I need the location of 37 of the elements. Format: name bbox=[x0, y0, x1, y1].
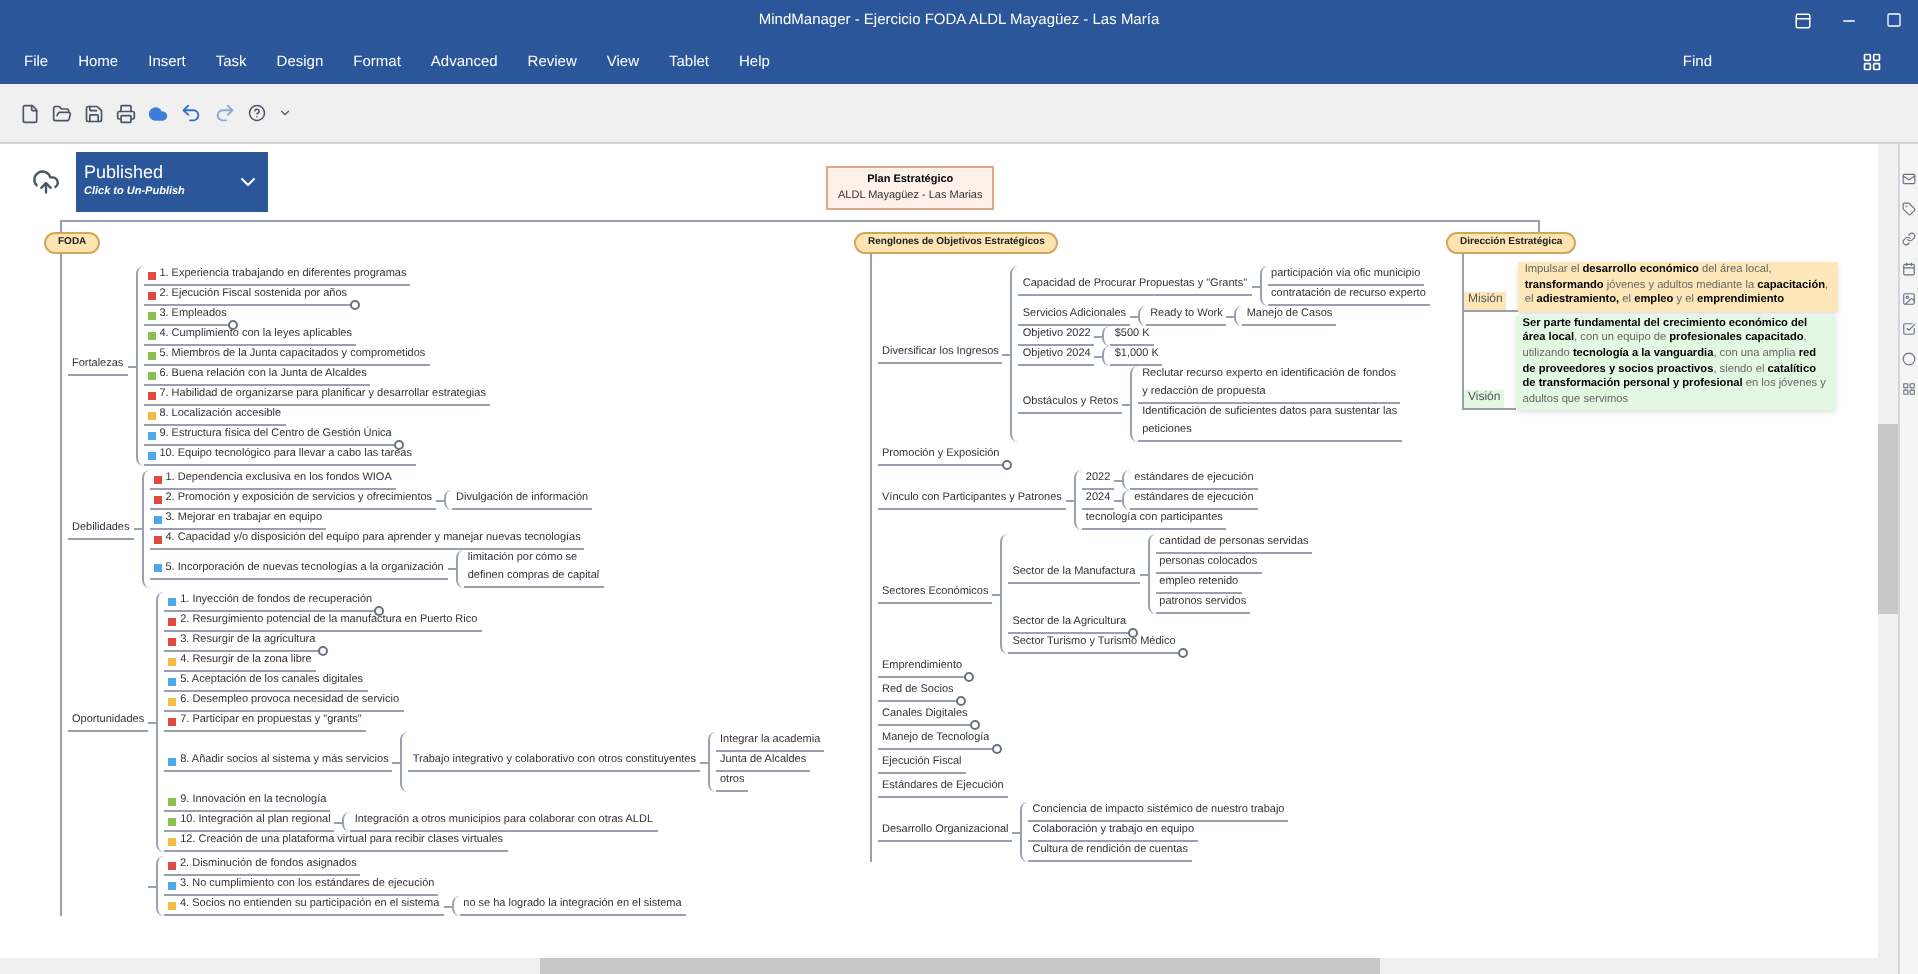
expand-toggle[interactable] bbox=[393, 440, 404, 450]
expand-toggle[interactable] bbox=[1128, 628, 1139, 638]
cloud-icon[interactable] bbox=[148, 103, 168, 123]
help-icon[interactable] bbox=[248, 104, 266, 122]
undo-icon[interactable] bbox=[180, 102, 202, 124]
publish-status: Published bbox=[84, 162, 166, 185]
open-folder-icon[interactable] bbox=[52, 103, 72, 123]
side-tool-icon[interactable] bbox=[1902, 232, 1916, 246]
maximize-icon[interactable] bbox=[1886, 12, 1902, 28]
expand-toggle[interactable] bbox=[374, 606, 385, 616]
side-tool-icon[interactable] bbox=[1902, 292, 1916, 306]
ribbon-display-icon[interactable] bbox=[1794, 11, 1812, 29]
expand-toggle[interactable] bbox=[1001, 460, 1012, 470]
side-tool-icon[interactable] bbox=[1902, 172, 1916, 186]
expand-toggle[interactable] bbox=[228, 320, 239, 330]
expand-toggle[interactable] bbox=[349, 300, 360, 310]
expand-toggle[interactable] bbox=[964, 672, 975, 682]
vertical-scrollbar[interactable] bbox=[1878, 144, 1898, 974]
scrollbar-thumb[interactable] bbox=[540, 958, 1380, 974]
side-tool-icon[interactable] bbox=[1902, 202, 1916, 216]
expand-toggle[interactable] bbox=[991, 744, 1002, 754]
caret-icon[interactable] bbox=[278, 106, 292, 120]
print-icon[interactable] bbox=[116, 103, 136, 123]
expand-toggle[interactable] bbox=[955, 696, 966, 706]
publish-icon[interactable] bbox=[32, 168, 60, 196]
scrollbar-thumb[interactable] bbox=[1878, 424, 1898, 614]
expand-toggle[interactable] bbox=[969, 720, 980, 730]
side-tool-icon[interactable] bbox=[1902, 322, 1916, 336]
layout-icon[interactable] bbox=[1862, 52, 1882, 72]
save-icon[interactable] bbox=[84, 103, 104, 123]
side-tool-icon[interactable] bbox=[1902, 262, 1916, 276]
side-tool-icon[interactable] bbox=[1902, 382, 1916, 396]
side-tool-icon[interactable] bbox=[1902, 352, 1916, 366]
horizontal-scrollbar[interactable] bbox=[0, 958, 1878, 974]
expand-toggle[interactable] bbox=[1177, 648, 1188, 658]
new-file-icon[interactable] bbox=[20, 103, 40, 123]
expand-toggle[interactable] bbox=[317, 646, 328, 656]
